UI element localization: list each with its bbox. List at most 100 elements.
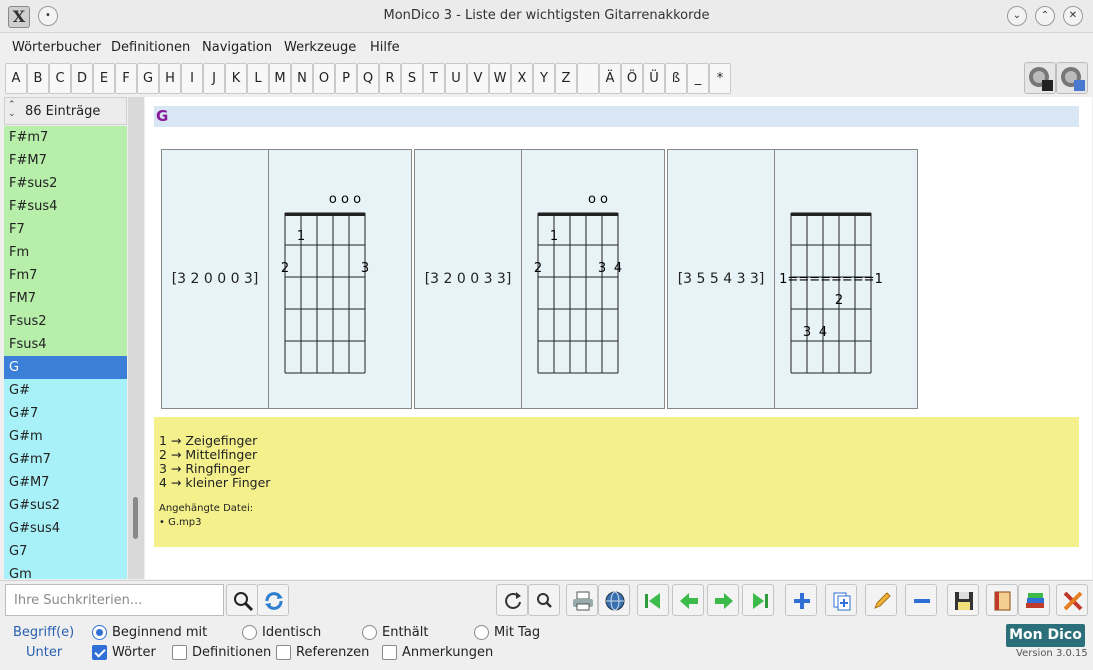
letter-button-30[interactable]: ß [665, 63, 687, 94]
save-audio-icon[interactable] [1024, 62, 1056, 94]
letter-button-21[interactable]: V [467, 63, 489, 94]
letter-button-18[interactable]: S [401, 63, 423, 94]
list-item[interactable]: G7 [4, 540, 127, 563]
search-button[interactable] [226, 584, 258, 616]
list-item[interactable]: G#M7 [4, 471, 127, 494]
list-item[interactable]: Fsus2 [4, 310, 127, 333]
letter-button-1[interactable]: B [27, 63, 49, 94]
scope-checkbox-4[interactable] [382, 645, 397, 660]
reload-button[interactable] [496, 584, 528, 616]
letter-button-6[interactable]: G [137, 63, 159, 94]
match-radio-label[interactable]: Beginnend mit [112, 625, 207, 640]
letter-button-0[interactable]: A [5, 63, 27, 94]
settings-button[interactable] [1056, 584, 1088, 616]
letter-button-16[interactable]: Q [357, 63, 379, 94]
first-entry-button[interactable] [637, 584, 669, 616]
list-item[interactable]: G# [4, 379, 127, 402]
letter-button-14[interactable]: O [313, 63, 335, 94]
scope-checkbox-label[interactable]: Anmerkungen [402, 645, 493, 660]
scope-checkbox-label[interactable]: Definitionen [192, 645, 271, 660]
letter-button-23[interactable]: X [511, 63, 533, 94]
letter-button-15[interactable]: P [335, 63, 357, 94]
previous-entry-button[interactable] [672, 584, 704, 616]
letter-button-24[interactable]: Y [533, 63, 555, 94]
scope-checkbox-1[interactable] [92, 645, 107, 660]
menu-woerterbuecher[interactable]: Wörterbucher [12, 40, 101, 55]
menu-navigation[interactable]: Navigation [202, 40, 272, 55]
match-radio-2[interactable] [242, 625, 257, 640]
library-button[interactable] [1018, 584, 1050, 616]
refresh-button[interactable] [257, 584, 289, 616]
scope-checkbox-2[interactable] [172, 645, 187, 660]
chord-list[interactable]: F#m7 F#M7 F#sus2 F#sus4 F7 Fm Fm7 FM7 Fsus2 Fsus4… [4, 126, 127, 579]
letter-button-32[interactable]: * [709, 63, 731, 94]
letter-button-9[interactable]: J [203, 63, 225, 94]
letter-button-8[interactable]: I [181, 63, 203, 94]
letter-button-25[interactable]: Z [555, 63, 577, 94]
match-radio-label[interactable]: Identisch [262, 625, 321, 640]
list-item[interactable]: G#sus2 [4, 494, 127, 517]
list-item[interactable]: G [4, 356, 127, 379]
letter-button-7[interactable]: H [159, 63, 181, 94]
sort-icon[interactable]: ⌃ ⌄ [8, 101, 16, 119]
menu-definitionen[interactable]: Definitionen [111, 40, 190, 55]
letter-button-27[interactable]: Ä [599, 63, 621, 94]
list-item[interactable]: Fm [4, 241, 127, 264]
add-entry-button[interactable] [785, 584, 817, 616]
scope-checkbox-3[interactable] [276, 645, 291, 660]
scope-checkbox-label[interactable]: Referenzen [296, 645, 369, 660]
menu-hilfe[interactable]: Hilfe [370, 40, 400, 55]
letter-button-28[interactable]: Ö [621, 63, 643, 94]
list-item[interactable]: F#sus2 [4, 172, 127, 195]
open-dictionary-button[interactable] [986, 584, 1018, 616]
list-item[interactable]: Fsus4 [4, 333, 127, 356]
delete-entry-button[interactable] [905, 584, 937, 616]
attachment-file-link[interactable]: • G.mp3 [159, 517, 201, 528]
letter-button-3[interactable]: D [71, 63, 93, 94]
letter-button-11[interactable]: L [247, 63, 269, 94]
letter-button-22[interactable]: W [489, 63, 511, 94]
list-item[interactable]: G#7 [4, 402, 127, 425]
list-scrollbar-thumb[interactable] [133, 497, 138, 539]
letter-button-4[interactable]: E [93, 63, 115, 94]
letter-button-29[interactable]: Ü [643, 63, 665, 94]
match-radio-1[interactable] [92, 625, 107, 640]
letter-button-13[interactable]: N [291, 63, 313, 94]
edit-entry-button[interactable] [865, 584, 897, 616]
list-item[interactable]: F#m7 [4, 126, 127, 149]
next-entry-button[interactable] [707, 584, 739, 616]
letter-button-10[interactable]: K [225, 63, 247, 94]
letter-button-20[interactable]: U [445, 63, 467, 94]
list-item[interactable]: FM7 [4, 287, 127, 310]
list-item[interactable]: Fm7 [4, 264, 127, 287]
menu-werkzeuge[interactable]: Werkzeuge [284, 40, 356, 55]
last-entry-button[interactable] [742, 584, 774, 616]
list-item[interactable]: G#sus4 [4, 517, 127, 540]
save-button[interactable] [947, 584, 979, 616]
match-radio-3[interactable] [362, 625, 377, 640]
print-button[interactable] [566, 584, 598, 616]
scope-checkbox-label[interactable]: Wörter [112, 645, 156, 660]
match-radio-label[interactable]: Mit Tag [494, 625, 540, 640]
match-radio-label[interactable]: Enthält [382, 625, 428, 640]
find-button[interactable] [528, 584, 560, 616]
letter-button-blank[interactable] [577, 63, 599, 94]
duplicate-entry-button[interactable] [825, 584, 857, 616]
web-button[interactable] [598, 584, 630, 616]
letter-button-12[interactable]: M [269, 63, 291, 94]
list-item[interactable]: G#m [4, 425, 127, 448]
list-item[interactable]: G#m7 [4, 448, 127, 471]
letter-button-5[interactable]: F [115, 63, 137, 94]
close-icon[interactable]: ✕ [1063, 6, 1083, 26]
match-radio-4[interactable] [474, 625, 489, 640]
list-item[interactable]: F7 [4, 218, 127, 241]
letter-button-2[interactable]: C [49, 63, 71, 94]
play-audio-icon[interactable] [1056, 62, 1088, 94]
list-item[interactable]: F#M7 [4, 149, 127, 172]
list-item[interactable]: Gm [4, 563, 127, 579]
letter-button-19[interactable]: T [423, 63, 445, 94]
minimize-icon[interactable]: ⌄ [1007, 6, 1027, 26]
letter-button-31[interactable]: _ [687, 63, 709, 94]
letter-button-17[interactable]: R [379, 63, 401, 94]
maximize-icon[interactable]: ⌃ [1035, 6, 1055, 26]
